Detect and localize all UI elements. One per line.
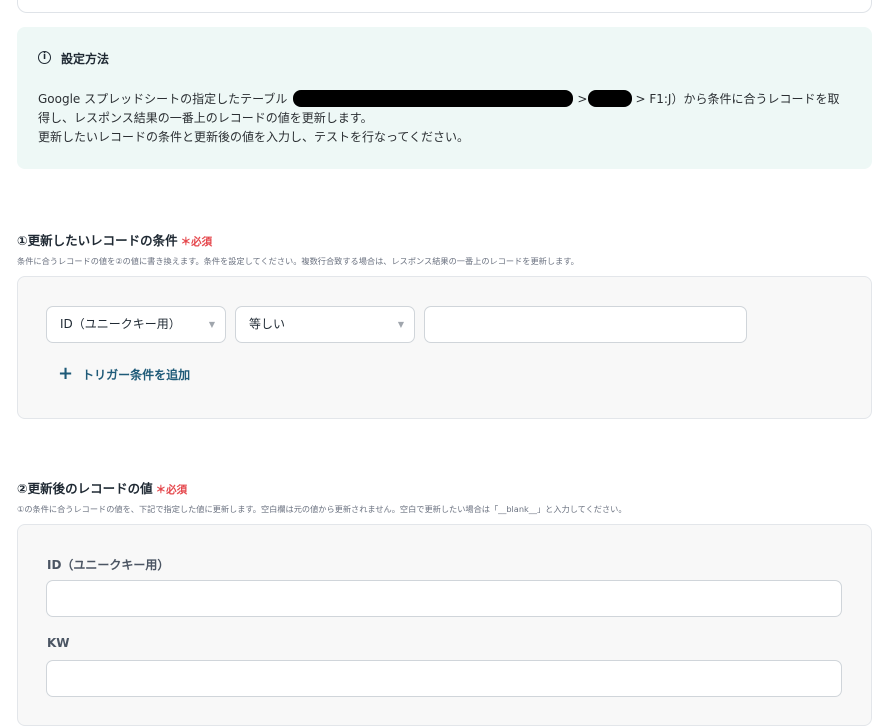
value-section-title: ②更新後のレコードの値 ＊必須 bbox=[17, 478, 187, 497]
condition-section-title: ①更新したいレコードの条件 ＊必須 bbox=[17, 230, 212, 249]
redacted-tab-name bbox=[588, 90, 633, 107]
info-line1-pre: Google スプレッドシートの指定したテーブル bbox=[38, 92, 288, 106]
field-label-id: ID（ユニークキー用） bbox=[47, 558, 170, 572]
field-select-value: ID（ユニークキー用） bbox=[60, 317, 181, 331]
previous-card bbox=[17, 0, 872, 13]
condition-section-description: 条件に合うレコードの値を②の値に書き換えます。条件を設定してください。複数行合致… bbox=[17, 256, 579, 266]
value-title-text: ②更新後のレコードの値 bbox=[17, 481, 153, 496]
value-section-description: ①の条件に合うレコードの値を、下記で指定した値に更新します。空白欄は元の値から更… bbox=[17, 504, 627, 514]
redacted-sheet-name bbox=[293, 90, 574, 107]
value-panel: ID（ユニークキー用） KW bbox=[17, 524, 872, 726]
info-text: Google スプレッドシートの指定したテーブル > > F1:J）から条件に合うレ… bbox=[38, 90, 858, 147]
add-trigger-condition-button[interactable]: + トリガー条件を追加 bbox=[58, 365, 190, 383]
info-line2: 得し、レスポンス結果の一番上のレコードの値を更新します。 bbox=[38, 111, 373, 125]
add-trigger-label: トリガー条件を追加 bbox=[82, 367, 191, 382]
id-field-input[interactable] bbox=[46, 580, 842, 617]
required-badge: ＊必須 bbox=[180, 236, 213, 248]
required-badge: ＊必須 bbox=[155, 484, 188, 496]
field-label-kw: KW bbox=[47, 636, 70, 650]
kw-field-input[interactable] bbox=[46, 660, 842, 697]
info-line1-sep: > bbox=[577, 92, 588, 106]
condition-panel: ID（ユニークキー用） ▼ 等しい ▼ + トリガー条件を追加 bbox=[17, 276, 872, 419]
info-line1-post: > F1:J）から条件に合うレコードを取 bbox=[635, 92, 840, 106]
plus-icon: + bbox=[58, 363, 74, 384]
operator-select-value: 等しい bbox=[249, 317, 286, 331]
field-select[interactable]: ID（ユニークキー用） ▼ bbox=[46, 306, 226, 343]
info-line3: 更新したいレコードの条件と更新後の値を入力し、テストを行なってください。 bbox=[38, 130, 470, 144]
setup-info-box: i 設定方法 Google スプレッドシートの指定したテーブル > > F1:J）か… bbox=[17, 27, 872, 169]
chevron-down-icon: ▼ bbox=[208, 320, 215, 329]
condition-value-input[interactable] bbox=[424, 306, 747, 343]
operator-select[interactable]: 等しい ▼ bbox=[235, 306, 415, 343]
info-title: 設定方法 bbox=[61, 52, 110, 66]
condition-title-text: ①更新したいレコードの条件 bbox=[17, 233, 178, 248]
chevron-down-icon: ▼ bbox=[397, 320, 404, 329]
info-circle-icon: i bbox=[38, 51, 51, 64]
